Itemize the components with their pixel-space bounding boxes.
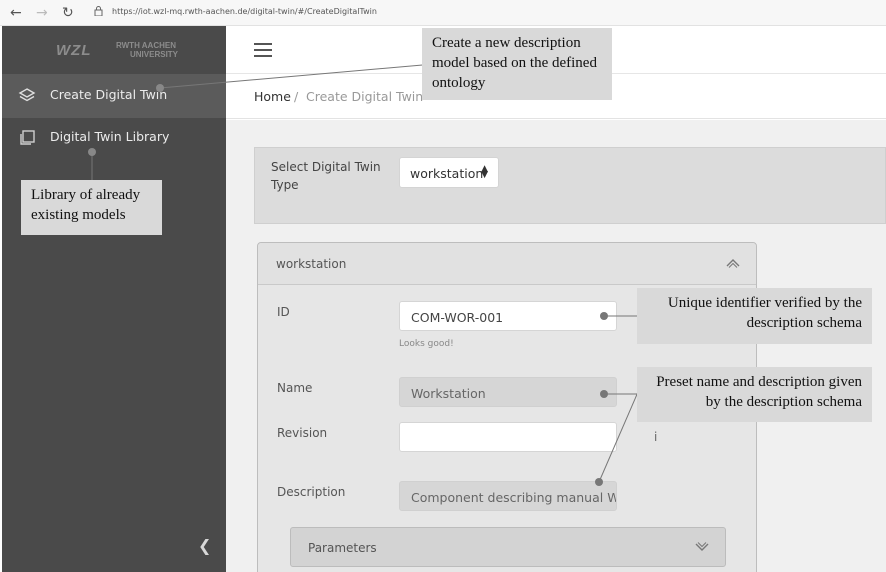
name-field[interactable]: Workstation [399,377,617,407]
panel-title: workstation [276,257,347,271]
sidebar-item-label: Create Digital Twin [50,87,168,102]
browser-toolbar: ← → ↻ https://iot.wzl-mq.rwth-aachen.de/… [0,0,886,26]
forward-arrow-icon[interactable]: → [36,4,48,22]
parameters-title: Parameters [308,541,377,555]
callout-preset: Preset name and description given by the… [637,367,872,422]
sidebar-item-digital-twin-library[interactable]: Digital Twin Library [2,116,226,160]
logo-wzl: WZL [56,42,92,59]
callout-library: Library of already existing models [21,180,162,235]
info-mark: i [654,430,658,444]
leader-dot-description [595,478,603,486]
sidebar: WZL RWTH AACHEN UNIVERSITY Create Digita… [2,26,226,572]
leader-dot-library [88,148,96,156]
hamburger-menu-icon[interactable] [254,43,272,57]
sidebar-item-create-digital-twin[interactable]: Create Digital Twin [2,74,226,118]
breadcrumb-separator: / [294,89,299,104]
copy-icon [20,130,35,145]
main-content: Select Digital Twin Type workstation ▲ ▼ … [226,120,886,572]
leader-dot-create [156,84,164,92]
screenshot-frame: ← → ↻ https://iot.wzl-mq.rwth-aachen.de/… [0,0,886,572]
name-label: Name [277,381,313,395]
leader-dot-name [600,390,608,398]
revision-field[interactable] [399,422,617,452]
chevron-left-icon[interactable]: ❮ [198,536,211,555]
logo-rwth: RWTH AACHEN UNIVERSITY [116,41,179,59]
description-field[interactable]: Component describing manual Worl [399,481,617,511]
digital-twin-type-select[interactable]: workstation ▲ ▼ [399,157,499,188]
type-select-label: Select Digital Twin Type [271,160,381,192]
sidebar-item-label: Digital Twin Library [50,129,170,144]
revision-label: Revision [277,426,328,440]
description-label: Description [277,485,346,499]
address-bar[interactable]: https://iot.wzl-mq.rwth-aachen.de/digita… [112,7,377,16]
back-arrow-icon[interactable]: ← [10,4,22,22]
lock-icon [94,6,103,16]
reload-icon[interactable]: ↻ [62,4,74,22]
leader-dot-id [600,312,608,320]
callout-unique-id: Unique identifier verified by the descri… [637,288,872,344]
breadcrumb-home[interactable]: Home [254,89,291,104]
id-validation-hint: Looks good! [399,339,454,349]
callout-create: Create a new description model based on … [422,28,612,100]
select-arrows-icon: ▲ ▼ [481,164,488,180]
id-label: ID [277,305,290,319]
id-field[interactable]: COM-WOR-001 [399,301,617,331]
chevron-down-icon[interactable] [695,542,709,552]
chevron-up-icon[interactable] [726,258,740,268]
breadcrumb-current: Create Digital Twin [306,89,424,104]
workstation-panel-header[interactable]: workstation [258,243,756,285]
type-select-card: Select Digital Twin Type workstation ▲ ▼ [254,147,886,224]
layers-icon [18,88,36,102]
parameters-panel[interactable]: Parameters [290,527,726,567]
